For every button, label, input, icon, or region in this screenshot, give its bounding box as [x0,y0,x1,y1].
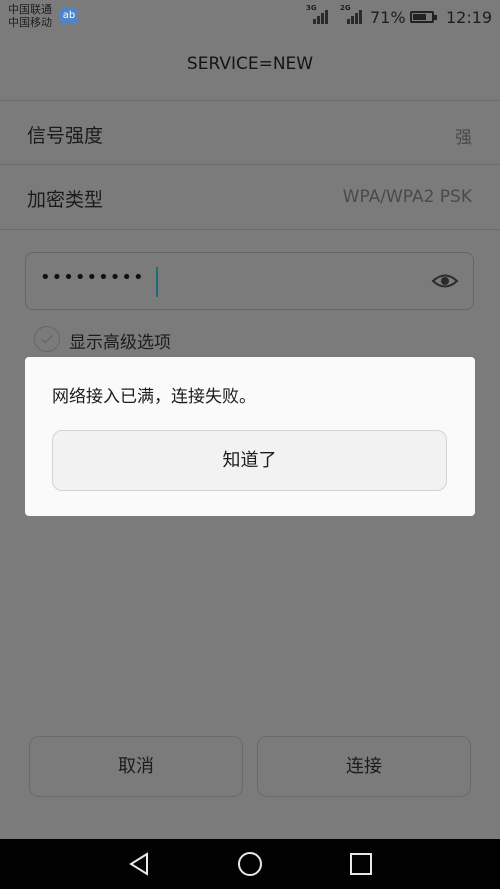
show-advanced-checkbox[interactable] [34,326,60,352]
password-field[interactable]: ••••••••• [25,252,474,310]
page-title: SERVICE=NEW [186,54,314,74]
cancel-button[interactable]: 取消 [29,736,243,797]
encryption-type-label: 加密类型 [27,189,104,211]
divider [0,229,500,230]
signal-strength-row: 信号强度 强 [0,101,500,165]
carrier-1: 中国联通 [8,3,52,16]
carrier-labels: 中国联通 中国移动 [8,3,52,29]
check-icon [40,334,54,344]
app-notification-icon: ab [60,8,78,24]
battery-fill [413,14,426,20]
connect-button[interactable]: 连接 [257,736,471,797]
signal-strength-value: 强 [455,128,472,148]
password-value: ••••••••• [40,267,145,288]
signal-2g-icon: 2G [340,4,362,24]
navigation-bar [0,839,500,889]
text-caret [156,267,158,297]
clock: 12:19 [446,8,493,27]
battery-icon [410,11,437,23]
ok-button[interactable]: 知道了 [52,430,447,491]
show-advanced-label[interactable]: 显示高级选项 [69,328,171,353]
carrier-2: 中国移动 [8,16,52,29]
signal-strength-label: 信号强度 [27,125,104,147]
encryption-type-value: WPA/WPA2 PSK [342,187,472,207]
battery-percent: 71% [370,8,406,27]
eye-icon[interactable] [431,269,459,293]
signal-3g-icon: 3G [306,4,328,24]
back-triangle-icon[interactable] [126,850,154,878]
encryption-type-row: 加密类型 WPA/WPA2 PSK [0,165,500,229]
recents-square-icon[interactable] [347,850,375,878]
alert-dialog: 网络接入已满，连接失败。 知道了 [25,357,475,516]
home-circle-icon[interactable] [236,850,264,878]
status-bar: 中国联通 中国移动 ab 3G 2G 71% 12:19 [0,0,500,36]
dialog-message: 网络接入已满，连接失败。 [52,387,256,407]
